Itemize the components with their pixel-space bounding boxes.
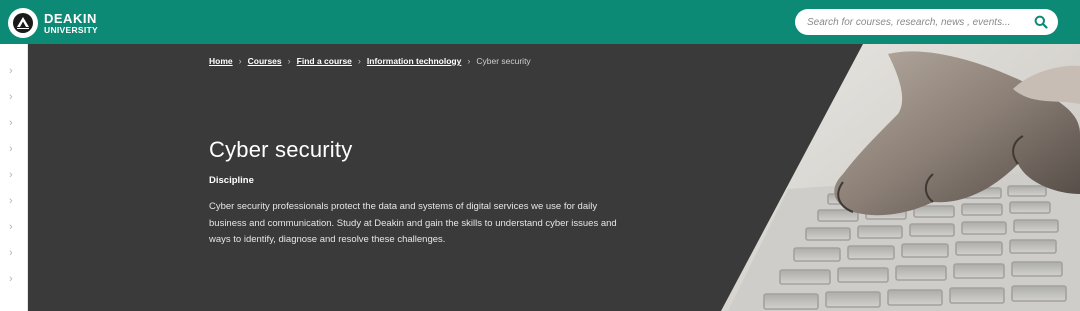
chevron-right-icon[interactable]: › xyxy=(9,118,17,129)
breadcrumb-separator: › xyxy=(287,56,291,66)
hero-keyboard-image xyxy=(721,44,1080,311)
site-header: DEAKIN UNIVERSITY xyxy=(0,0,1080,44)
chevron-right-icon[interactable]: › xyxy=(9,170,17,181)
breadcrumb-separator: › xyxy=(467,56,471,66)
chevron-right-icon[interactable]: › xyxy=(9,144,17,155)
page-title: Cyber security xyxy=(209,137,353,162)
breadcrumb-link-courses[interactable]: Courses xyxy=(248,56,282,66)
side-rail: › › › › › › › › › xyxy=(0,44,28,311)
breadcrumb-current: Cyber security xyxy=(476,56,531,66)
search-bar xyxy=(795,9,1058,35)
page-subtitle: Discipline xyxy=(209,175,254,186)
breadcrumb: Home › Courses › Find a course › Informa… xyxy=(209,56,531,66)
chevron-right-icon[interactable]: › xyxy=(9,222,17,233)
breadcrumb-separator: › xyxy=(238,56,242,66)
search-icon[interactable] xyxy=(1034,15,1048,29)
chevron-right-icon[interactable]: › xyxy=(9,196,17,207)
logo-subwordmark: UNIVERSITY xyxy=(44,24,99,35)
breadcrumb-link-find-a-course[interactable]: Find a course xyxy=(297,56,352,66)
breadcrumb-link-information-technology[interactable]: Information technology xyxy=(367,56,461,66)
chevron-right-icon[interactable]: › xyxy=(9,248,17,259)
breadcrumb-separator: › xyxy=(357,56,361,66)
chevron-right-icon[interactable]: › xyxy=(9,92,17,103)
deakin-logo[interactable]: DEAKIN UNIVERSITY xyxy=(8,4,104,42)
breadcrumb-link-home[interactable]: Home xyxy=(209,56,233,66)
hero-banner: Home › Courses › Find a course › Informa… xyxy=(28,44,1080,311)
deakin-logo-icon xyxy=(8,8,38,38)
logo-wordmark: DEAKIN xyxy=(44,10,97,26)
chevron-right-icon[interactable]: › xyxy=(9,274,17,285)
page-description: Cyber security professionals protect the… xyxy=(209,201,617,245)
search-input[interactable] xyxy=(807,16,1027,28)
chevron-right-icon[interactable]: › xyxy=(9,66,17,77)
